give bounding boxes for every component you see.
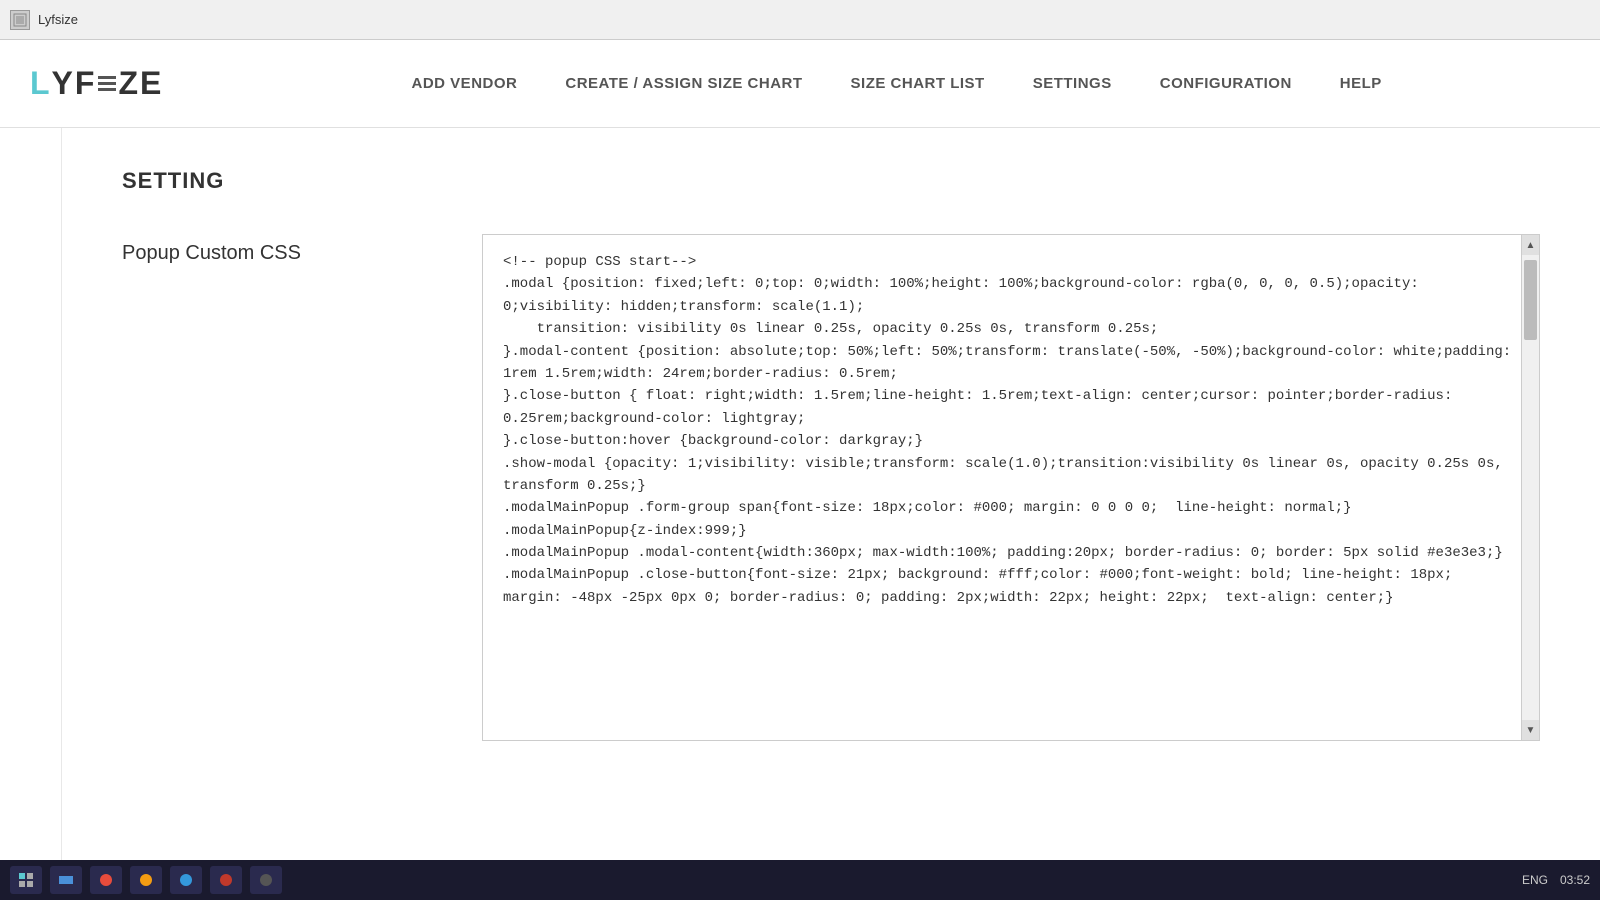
nav-links: ADD VENDOR CREATE / ASSIGN SIZE CHART SI… [223,75,1570,92]
taskbar-lang: ENG [1522,873,1548,887]
nav-create-assign[interactable]: CREATE / ASSIGN SIZE CHART [541,75,826,92]
left-sidebar [0,128,62,900]
scrollbar[interactable]: ▲ ▼ [1521,235,1539,740]
taskbar-app3[interactable] [130,866,162,894]
logo-e: E [140,65,163,102]
taskbar-time: 03:52 [1560,873,1590,887]
logo-f: F [75,65,97,102]
app-title: Lyfsize [38,12,78,27]
taskbar-app1[interactable] [50,866,82,894]
nav-add-vendor[interactable]: ADD VENDOR [388,75,542,92]
nav-help[interactable]: HELP [1316,75,1406,92]
css-editor[interactable]: <!-- popup CSS start--> .modal {position… [483,235,1539,735]
scroll-track[interactable] [1522,255,1539,720]
nav-configuration[interactable]: CONFIGURATION [1136,75,1316,92]
logo: L Y F Z E [30,65,163,102]
setting-row: Popup Custom CSS <!-- popup CSS start-->… [122,234,1540,741]
main-content: SETTING Popup Custom CSS <!-- popup CSS … [0,128,1600,900]
nav-settings[interactable]: SETTINGS [1009,75,1136,92]
navbar: L Y F Z E ADD VENDOR CREATE / ASSIGN SIZ… [0,40,1600,128]
css-editor-container: <!-- popup CSS start--> .modal {position… [482,234,1540,741]
popup-css-label: Popup Custom CSS [122,234,442,265]
taskbar-app2[interactable] [90,866,122,894]
scroll-up-arrow[interactable]: ▲ [1522,235,1539,255]
taskbar-app4[interactable] [170,866,202,894]
scroll-thumb[interactable] [1524,260,1537,340]
section-title: SETTING [122,168,1540,194]
taskbar-left [10,866,282,894]
taskbar-start[interactable] [10,866,42,894]
logo-y: Y [52,65,75,102]
content-area: SETTING Popup Custom CSS <!-- popup CSS … [62,128,1600,900]
taskbar-app5[interactable] [210,866,242,894]
taskbar-right: ENG 03:52 [1522,873,1590,887]
logo-l: L [30,65,52,102]
nav-size-chart-list[interactable]: SIZE CHART LIST [827,75,1009,92]
taskbar: ENG 03:52 [0,860,1600,900]
scroll-down-arrow[interactable]: ▼ [1522,720,1539,740]
app-icon [10,10,30,30]
logo-z: Z [118,65,140,102]
logo-s-graphic [98,76,116,91]
taskbar-app6[interactable] [250,866,282,894]
title-bar: Lyfsize [0,0,1600,40]
